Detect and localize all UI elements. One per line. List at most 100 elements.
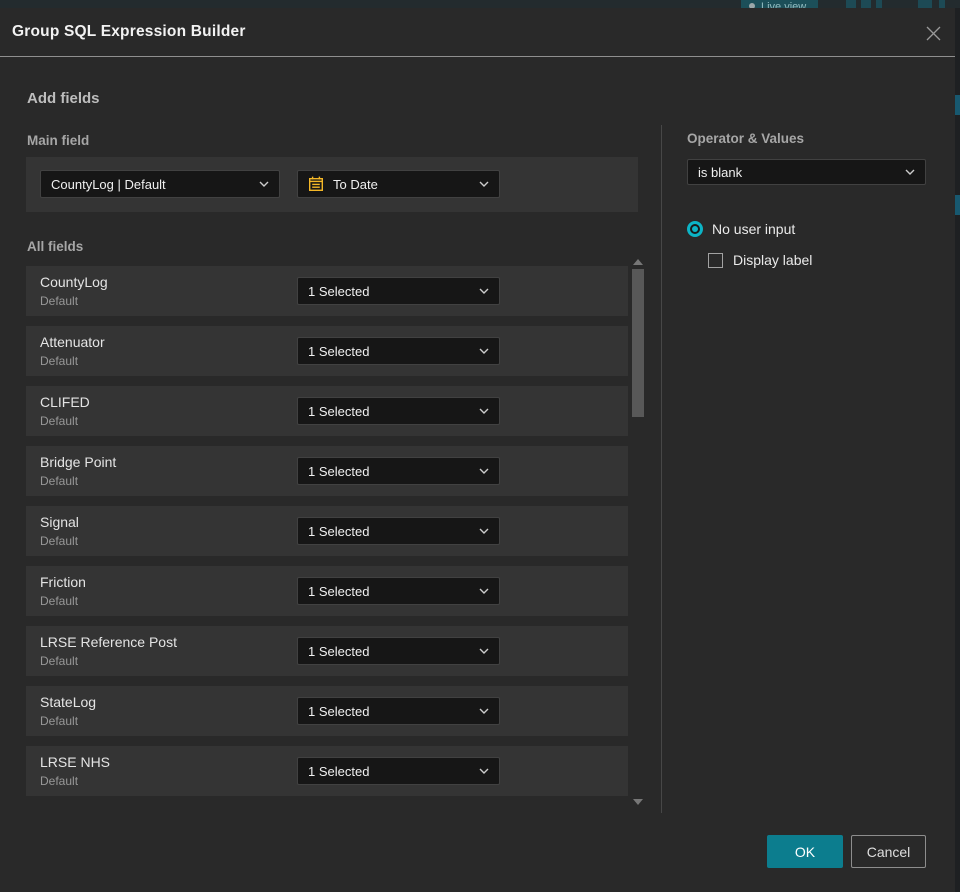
chevron-down-icon: [479, 528, 489, 534]
field-name: CLIFED: [40, 394, 90, 410]
field-selected-dropdown[interactable]: 1 Selected: [297, 397, 500, 425]
field-selected-value: 1 Selected: [308, 643, 370, 659]
field-selected-value: 1 Selected: [308, 583, 370, 599]
background-toolbar-icon: [918, 0, 932, 8]
operator-dropdown-value: is blank: [698, 164, 743, 180]
main-field-dropdown-value: CountyLog | Default: [51, 176, 166, 192]
background-right-strip: [955, 8, 960, 892]
cancel-button[interactable]: Cancel: [851, 835, 926, 868]
field-selected-dropdown[interactable]: 1 Selected: [297, 757, 500, 785]
field-selected-value: 1 Selected: [308, 463, 370, 479]
chevron-down-icon: [479, 708, 489, 714]
background-toolbar-icon: [939, 0, 945, 8]
main-field-dropdown[interactable]: CountyLog | Default: [40, 170, 280, 198]
background-toolbar-icon: [846, 0, 856, 8]
operator-values-label: Operator & Values: [687, 131, 805, 146]
close-icon: [926, 26, 940, 40]
field-name: Friction: [40, 574, 86, 590]
all-fields-list: CountyLog Default 1 Selected Attenuator …: [26, 266, 628, 806]
live-view-button[interactable]: Live view: [741, 0, 818, 8]
field-row: Signal Default 1 Selected: [26, 506, 628, 556]
chevron-down-icon: [479, 648, 489, 654]
field-selected-dropdown[interactable]: 1 Selected: [297, 277, 500, 305]
dialog-title: Group SQL Expression Builder: [12, 23, 246, 40]
field-name: LRSE NHS: [40, 754, 111, 770]
field-selected-dropdown[interactable]: 1 Selected: [297, 457, 500, 485]
background-toolbar-strip: Live view: [0, 0, 960, 8]
field-selected-value: 1 Selected: [308, 343, 370, 359]
field-subtitle: Default: [40, 534, 79, 548]
add-fields-heading: Add fields: [27, 90, 100, 107]
field-row: StateLog Default 1 Selected: [26, 686, 628, 736]
main-field-type-value: To Date: [333, 176, 378, 192]
checkbox-unchecked-icon: [708, 252, 723, 268]
field-name: Bridge Point: [40, 454, 117, 470]
group-sql-expression-builder-dialog: Group SQL Expression Builder Add fields …: [0, 8, 955, 892]
field-subtitle: Default: [40, 594, 79, 608]
field-selected-value: 1 Selected: [308, 403, 370, 419]
chevron-down-icon: [479, 181, 489, 187]
main-field-label: Main field: [27, 133, 90, 148]
chevron-down-icon: [259, 181, 269, 187]
field-selected-dropdown[interactable]: 1 Selected: [297, 577, 500, 605]
field-subtitle: Default: [40, 654, 79, 668]
field-selected-dropdown[interactable]: 1 Selected: [297, 517, 500, 545]
radio-selected-icon: [687, 221, 703, 237]
chevron-down-icon: [479, 408, 489, 414]
chevron-down-icon: [479, 768, 489, 774]
field-selected-value: 1 Selected: [308, 523, 370, 539]
field-selected-value: 1 Selected: [308, 703, 370, 719]
field-selected-value: 1 Selected: [308, 763, 370, 779]
chevron-down-icon: [479, 288, 489, 294]
display-label-checkbox[interactable]: Display label: [708, 252, 812, 268]
dialog-header: Group SQL Expression Builder: [0, 8, 955, 57]
field-name: StateLog: [40, 694, 97, 710]
field-name: CountyLog: [40, 274, 108, 290]
calendar-icon: [308, 176, 324, 192]
field-subtitle: Default: [40, 774, 79, 788]
background-toolbar-icon: [876, 0, 882, 8]
live-view-label: Live view: [761, 1, 807, 8]
all-fields-label: All fields: [27, 239, 84, 254]
background-right-block: [955, 95, 960, 115]
scrollbar-thumb[interactable]: [632, 269, 644, 417]
field-subtitle: Default: [40, 294, 79, 308]
field-selected-dropdown[interactable]: 1 Selected: [297, 637, 500, 665]
ok-button[interactable]: OK: [767, 835, 843, 868]
panel-divider: [661, 125, 662, 813]
screen: Live view Group SQL Expression Builder A…: [0, 0, 960, 892]
chevron-down-icon: [479, 588, 489, 594]
scrollbar-down-arrow-icon[interactable]: [633, 799, 643, 805]
field-row: CLIFED Default 1 Selected: [26, 386, 628, 436]
fields-scrollbar[interactable]: [630, 259, 646, 805]
field-row: LRSE NHS Default 1 Selected: [26, 746, 628, 796]
field-name: LRSE Reference Post: [40, 634, 177, 650]
field-selected-dropdown[interactable]: 1 Selected: [297, 337, 500, 365]
field-selected-dropdown[interactable]: 1 Selected: [297, 697, 500, 725]
chevron-down-icon: [905, 169, 915, 175]
close-button[interactable]: [921, 21, 945, 45]
field-subtitle: Default: [40, 354, 79, 368]
field-subtitle: Default: [40, 414, 79, 428]
field-row: Attenuator Default 1 Selected: [26, 326, 628, 376]
field-row: Friction Default 1 Selected: [26, 566, 628, 616]
operator-dropdown[interactable]: is blank: [687, 159, 926, 185]
field-selected-value: 1 Selected: [308, 283, 370, 299]
field-subtitle: Default: [40, 474, 79, 488]
chevron-down-icon: [479, 348, 489, 354]
background-toolbar-icon: [861, 0, 871, 8]
display-label-label: Display label: [733, 252, 813, 268]
main-field-type-dropdown[interactable]: To Date: [297, 170, 500, 198]
field-name: Signal: [40, 514, 79, 530]
field-row: CountyLog Default 1 Selected: [26, 266, 628, 316]
main-field-panel: CountyLog | Default To Date: [26, 157, 638, 212]
scrollbar-up-arrow-icon[interactable]: [633, 259, 643, 265]
chevron-down-icon: [479, 468, 489, 474]
field-name: Attenuator: [40, 334, 105, 350]
field-row: LRSE Reference Post Default 1 Selected: [26, 626, 628, 676]
no-user-input-label: No user input: [712, 221, 796, 237]
background-right-block: [955, 195, 960, 215]
field-row: Bridge Point Default 1 Selected: [26, 446, 628, 496]
field-subtitle: Default: [40, 714, 79, 728]
no-user-input-radio[interactable]: No user input: [687, 221, 795, 237]
